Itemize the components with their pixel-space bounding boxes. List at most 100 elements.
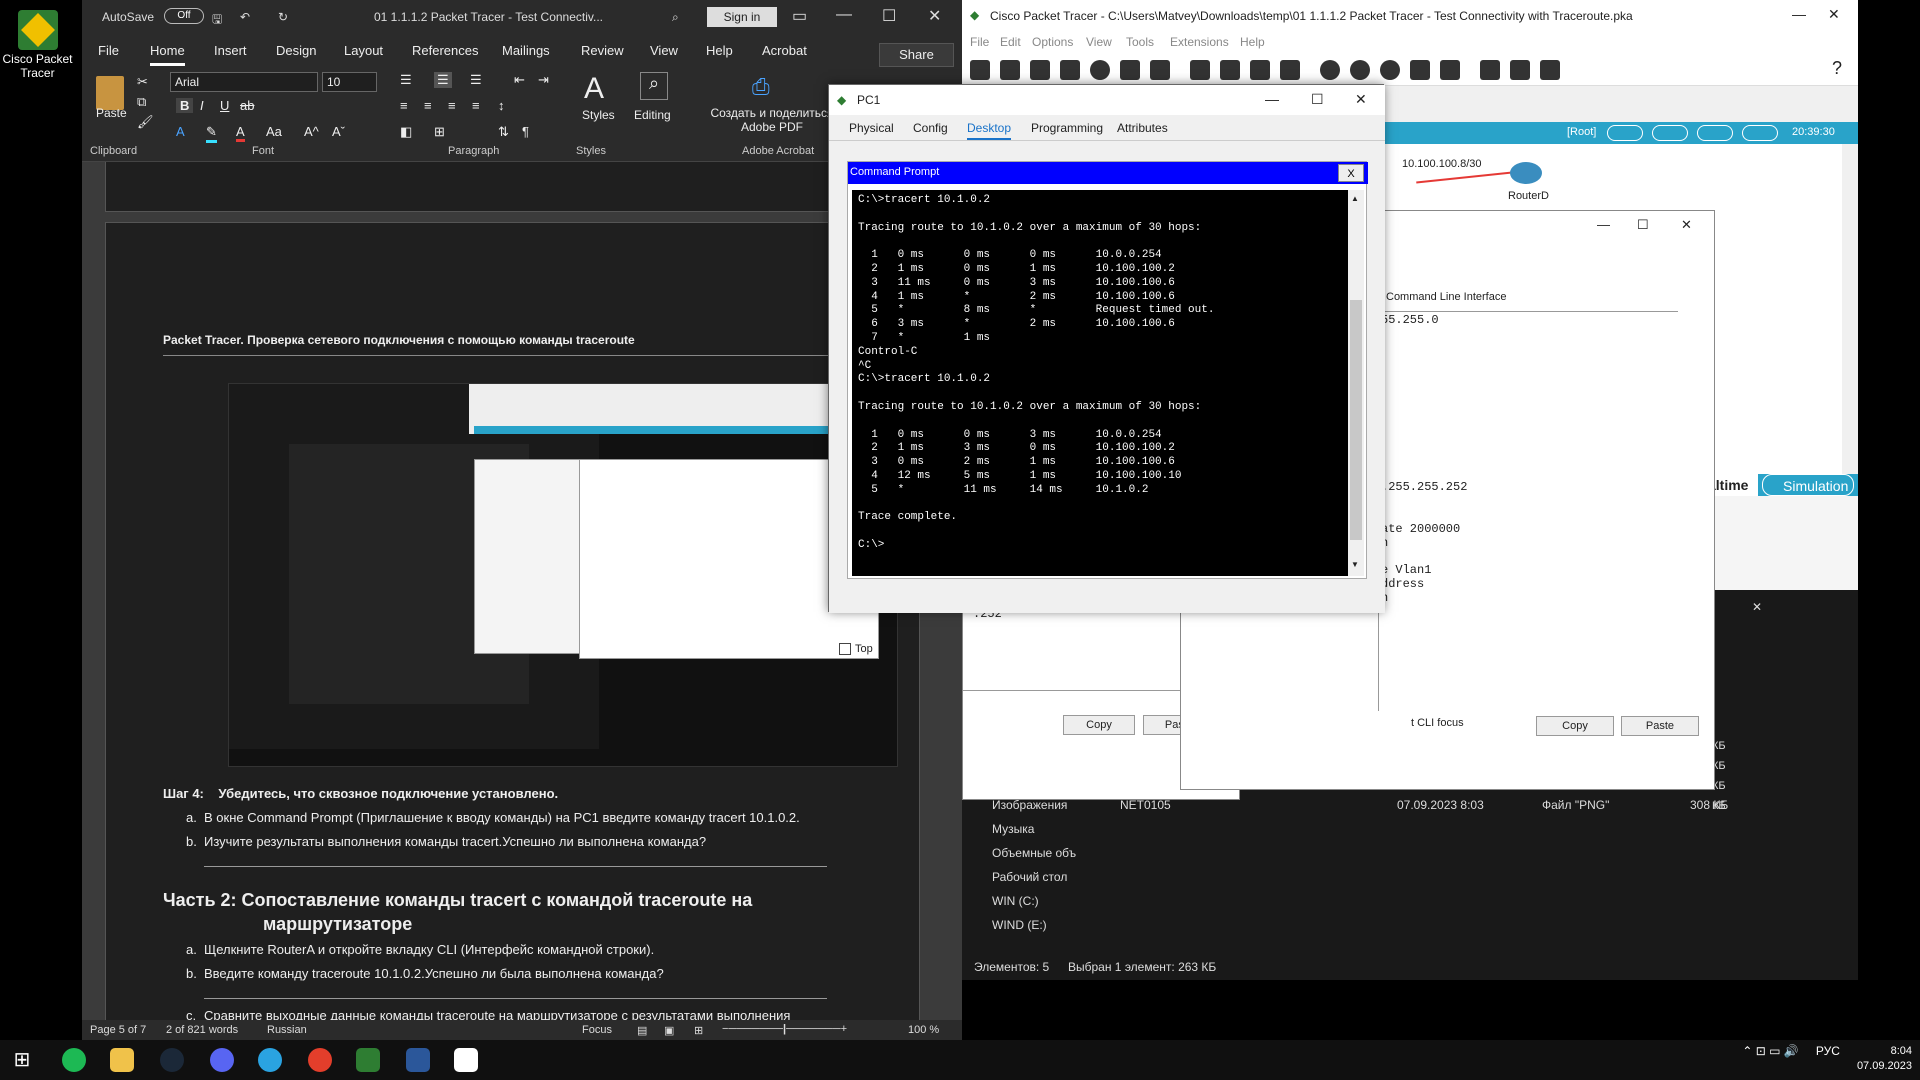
cluster-icon[interactable] [1652,125,1688,141]
router-maximize-icon[interactable]: ☐ [1637,217,1649,233]
scroll-thumb[interactable] [1350,300,1362,540]
tray-icons[interactable]: ⌃ ⊡ ▭ 🔊 [1742,1044,1798,1058]
command-prompt-scrollbar[interactable]: ▲ ▼ [1348,190,1364,576]
maximize-icon[interactable]: ☐ [882,6,896,26]
zoom-level[interactable]: 100 % [908,1024,939,1036]
nav-drive-c[interactable]: WIN (C:) [992,894,1039,908]
file-name[interactable]: NET0105 [1120,798,1171,812]
telegram-icon[interactable] [258,1048,282,1072]
tab-programming[interactable]: Programming [1031,121,1103,135]
pc1-minimize-icon[interactable]: — [1265,91,1279,107]
italic-button[interactable]: I [200,98,204,113]
tab-acrobat[interactable]: Acrobat [762,43,807,58]
show-marks-icon[interactable]: ¶ [522,124,529,139]
change-case-icon[interactable]: Aa [266,124,282,139]
pt-menu-help[interactable]: Help [1240,35,1265,49]
line-spacing-icon[interactable]: ↕ [498,98,505,113]
styles-icon[interactable]: A [584,72,604,106]
bullets-icon[interactable]: ☰ [400,72,412,88]
pt-menu-tools[interactable]: Tools [1126,35,1154,49]
pt-minimize-icon[interactable]: — [1792,6,1806,22]
styles-button[interactable]: Styles [582,108,615,122]
format-painter-icon[interactable]: 🖌 [137,114,154,130]
command-prompt-close-button[interactable]: X [1338,164,1364,182]
copy-icon[interactable] [1190,60,1210,80]
packet-tracer-taskbar-icon[interactable] [356,1048,380,1072]
top-checkbox[interactable]: Top [839,643,873,656]
zoom-reset-icon[interactable] [1350,60,1370,80]
autosave-toggle[interactable]: Off [164,8,204,24]
paste-icon[interactable] [96,76,124,110]
viewport-icon[interactable] [1697,125,1733,141]
nav-music[interactable]: Музыка [992,822,1034,836]
router-close-icon[interactable]: ✕ [1681,217,1692,233]
decrease-indent-icon[interactable]: ⇤ [514,72,525,88]
explorer-close-icon[interactable]: ✕ [1752,600,1762,614]
info-icon[interactable] [1090,60,1110,80]
tab-attributes[interactable]: Attributes [1117,121,1168,135]
save-icon[interactable]: 🖫 [212,10,222,31]
desktop-icon-packet-tracer[interactable]: Cisco Packet Tracer [0,0,75,90]
pt-close-icon[interactable]: ✕ [1828,6,1840,23]
nav-desktop[interactable]: Рабочий стол [992,870,1067,884]
routerB-copy-button[interactable]: Copy [1063,715,1135,735]
checkbox-box[interactable] [839,643,851,656]
open-icon[interactable] [1000,60,1020,80]
routerB-cli[interactable] [963,601,1213,691]
zoom-in-icon[interactable] [1320,60,1340,80]
tab-file[interactable]: File [98,43,119,58]
copy-icon[interactable]: ⧉ [137,94,146,110]
redo-icon[interactable] [1280,60,1300,80]
align-center-icon[interactable]: ≡ [424,98,432,113]
environment-icon[interactable] [1742,125,1778,141]
nav-pictures[interactable]: Изображения [992,798,1067,812]
pt-menu-options[interactable]: Options [1032,35,1073,49]
borders-icon[interactable]: ⊞ [434,124,445,140]
notes-icon[interactable] [1480,60,1500,80]
save-icon[interactable] [1030,60,1050,80]
wizard-icon[interactable] [1120,60,1140,80]
language-indicator[interactable]: РУС [1816,1044,1840,1058]
grid-icon[interactable] [1510,60,1530,80]
grow-font-icon[interactable]: A^ [304,124,319,139]
tab-home[interactable]: Home [150,43,185,66]
router-minimize-icon[interactable]: — [1597,217,1610,232]
read-mode-icon[interactable]: ▤ [637,1024,647,1037]
highlight-icon[interactable]: ✎ [206,124,217,143]
align-left-icon[interactable]: ≡ [400,98,408,113]
print-layout-icon[interactable]: ▣ [664,1024,674,1037]
embedded-screenshot[interactable] [228,383,898,767]
new-icon[interactable] [970,60,990,80]
start-icon[interactable]: ⊞ [10,1048,34,1072]
pc1-maximize-icon[interactable]: ☐ [1311,91,1324,108]
strikethrough-button[interactable]: ab [240,98,254,113]
paste-icon[interactable] [1220,60,1240,80]
cli-copy-button[interactable]: Copy [1536,716,1614,736]
scroll-up-icon[interactable]: ▲ [1351,194,1359,203]
pt-menu-view[interactable]: View [1086,35,1112,49]
chrome-icon[interactable] [308,1048,332,1072]
image-icon[interactable] [1540,60,1560,80]
shrink-font-icon[interactable]: Aˇ [332,124,345,139]
custom-device-icon[interactable] [1440,60,1460,80]
canvas-scrollbar[interactable] [1842,144,1858,474]
spotify-icon[interactable] [62,1048,86,1072]
discord-icon[interactable] [210,1048,234,1072]
tab-view[interactable]: View [650,43,678,58]
clock-time[interactable]: 8:04 [1857,1044,1912,1059]
scroll-down-icon[interactable]: ▼ [1351,560,1359,569]
justify-icon[interactable]: ≡ [472,98,480,113]
tab-help[interactable]: Help [706,43,733,58]
word-count[interactable]: 2 of 821 words [166,1024,238,1036]
tab-physical[interactable]: Physical [849,121,894,135]
pc1-close-icon[interactable]: ✕ [1355,91,1367,108]
font-size-select[interactable]: 10 [322,72,377,92]
router-cli-output[interactable]: 55.255.0 .255.255.252 ate 2000000 n e Vl… [1378,311,1679,712]
ribbon-display-icon[interactable]: ▭ [792,6,807,26]
photos-icon[interactable] [454,1048,478,1072]
redo-icon[interactable]: ↻ [278,10,288,24]
tab-layout[interactable]: Layout [344,43,383,58]
zoom-slider[interactable]: −───────|───────+ [722,1023,847,1035]
underline-button[interactable]: U [220,98,229,113]
steam-icon[interactable] [160,1048,184,1072]
